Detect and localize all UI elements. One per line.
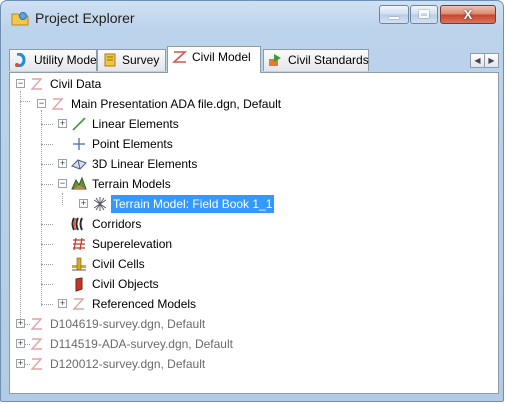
expand-toggle[interactable]: + — [16, 319, 25, 328]
tree-node-label: 3D Linear Elements — [92, 157, 198, 171]
tab-label: Survey — [122, 53, 160, 67]
project-explorer-icon — [11, 12, 29, 26]
tree-node-label: Main Presentation ADA file.dgn, Default — [71, 97, 282, 111]
minimize-button[interactable] — [379, 5, 409, 24]
point-elements-icon — [73, 138, 85, 150]
close-icon: X — [463, 7, 473, 22]
tab-label: Civil Model — [192, 50, 251, 64]
referenced-models-icon — [72, 298, 85, 310]
3d-linear-elements-icon — [71, 159, 87, 170]
civil-standards-icon — [269, 54, 281, 66]
tree-node-label: Referenced Models — [92, 297, 197, 311]
tree-node-file[interactable]: + D120012-survey.dgn, Default — [10, 355, 410, 373]
tree-node-label: Civil Objects — [92, 277, 159, 291]
tree-node-terrain-model-field-book[interactable]: + Terrain Model: Field Book 1_1 — [10, 195, 410, 213]
tree-node-corridors[interactable]: Corridors — [10, 215, 310, 233]
tree-node-civil-objects[interactable]: Civil Objects — [10, 275, 310, 293]
tree-node-label: Point Elements — [92, 137, 173, 151]
tab-scroll-left-button[interactable]: ◀ — [470, 53, 485, 68]
expand-toggle[interactable]: + — [58, 299, 67, 308]
civil-model-file-icon — [51, 98, 64, 110]
tree-node-label: Corridors — [92, 217, 142, 231]
expand-toggle[interactable]: + — [16, 359, 25, 368]
survey-icon — [104, 53, 116, 67]
tree-node-label: D120012-survey.dgn, Default — [50, 357, 206, 371]
expand-toggle[interactable]: + — [58, 159, 67, 168]
tree-node-superelevation[interactable]: Superelevation — [10, 235, 310, 253]
tree-node-terrain-models[interactable]: − Terrain Models — [10, 175, 310, 193]
window-title: Project Explorer — [35, 10, 135, 26]
civil-cells-icon — [72, 257, 86, 271]
tab-civil-model[interactable]: Civil Model — [167, 46, 261, 73]
tree-node-label: Linear Elements — [92, 117, 179, 131]
collapse-toggle[interactable]: − — [37, 99, 46, 108]
tab-survey[interactable]: Survey — [97, 49, 166, 71]
collapse-toggle[interactable]: − — [58, 179, 67, 188]
collapse-toggle[interactable]: − — [16, 79, 25, 88]
tab-bar: Utility Model Survey Civil Model Civil S… — [9, 39, 499, 73]
tab-civil-standards[interactable]: Civil Standards — [263, 49, 369, 71]
civil-model-file-icon — [30, 338, 43, 350]
maximize-button[interactable] — [410, 5, 438, 24]
tree-node-file[interactable]: + D114519-ADA-survey.dgn, Default — [10, 335, 410, 353]
tree-node-civil-data[interactable]: − Civil Data — [10, 75, 310, 93]
terrain-models-icon — [71, 176, 87, 190]
tree-node-point-elements[interactable]: Point Elements — [10, 135, 310, 153]
tab-scroll-right-button[interactable]: ▶ — [484, 53, 499, 68]
terrain-model-icon — [93, 197, 107, 211]
expand-toggle[interactable]: + — [58, 119, 67, 128]
tab-utility-model[interactable]: Utility Model — [9, 49, 100, 71]
tree-node-label: Superelevation — [92, 237, 173, 251]
civil-data-icon — [30, 78, 43, 90]
superelevation-icon — [73, 237, 85, 251]
tree-node-referenced-models[interactable]: + Referenced Models — [10, 295, 310, 313]
civil-model-icon — [172, 51, 188, 63]
expand-toggle[interactable]: + — [16, 339, 25, 348]
tree-node-label: Civil Data — [50, 77, 102, 91]
maximize-icon — [419, 10, 429, 18]
title-bar[interactable]: Project Explorer X — [1, 1, 503, 35]
tree-node-linear-elements[interactable]: + Linear Elements — [10, 115, 310, 133]
minimize-icon — [389, 17, 399, 19]
close-button[interactable]: X — [440, 5, 496, 24]
tree-node-main-presentation[interactable]: − Main Presentation ADA file.dgn, Defaul… — [10, 95, 410, 113]
tree-panel[interactable]: − Civil Data − Main Presentation ADA fil… — [9, 72, 499, 394]
tree-node-label: Civil Cells — [92, 257, 145, 271]
tab-label: Utility Model — [34, 53, 100, 67]
tab-label: Civil Standards — [288, 53, 369, 67]
civil-data-tree: − Civil Data − Main Presentation ADA fil… — [10, 73, 498, 393]
civil-model-file-icon — [30, 318, 43, 330]
tree-node-label: Terrain Model: Field Book 1_1 — [111, 195, 275, 213]
project-explorer-window: Project Explorer X Utility Model Survey … — [0, 0, 504, 402]
utility-model-icon — [15, 53, 26, 67]
linear-elements-icon — [72, 117, 86, 131]
tree-node-label: D114519-ADA-survey.dgn, Default — [50, 337, 233, 351]
civil-model-file-icon — [30, 358, 43, 370]
tree-node-label: Terrain Models — [92, 177, 171, 191]
tree-node-3d-linear-elements[interactable]: + 3D Linear Elements — [10, 155, 310, 173]
expand-toggle[interactable]: + — [79, 199, 88, 208]
civil-objects-icon — [75, 277, 83, 292]
tree-node-label: D104619-survey.dgn, Default — [50, 317, 206, 331]
tree-node-file[interactable]: + D104619-survey.dgn, Default — [10, 315, 410, 333]
tree-node-civil-cells[interactable]: Civil Cells — [10, 255, 310, 273]
corridors-icon — [71, 217, 83, 231]
